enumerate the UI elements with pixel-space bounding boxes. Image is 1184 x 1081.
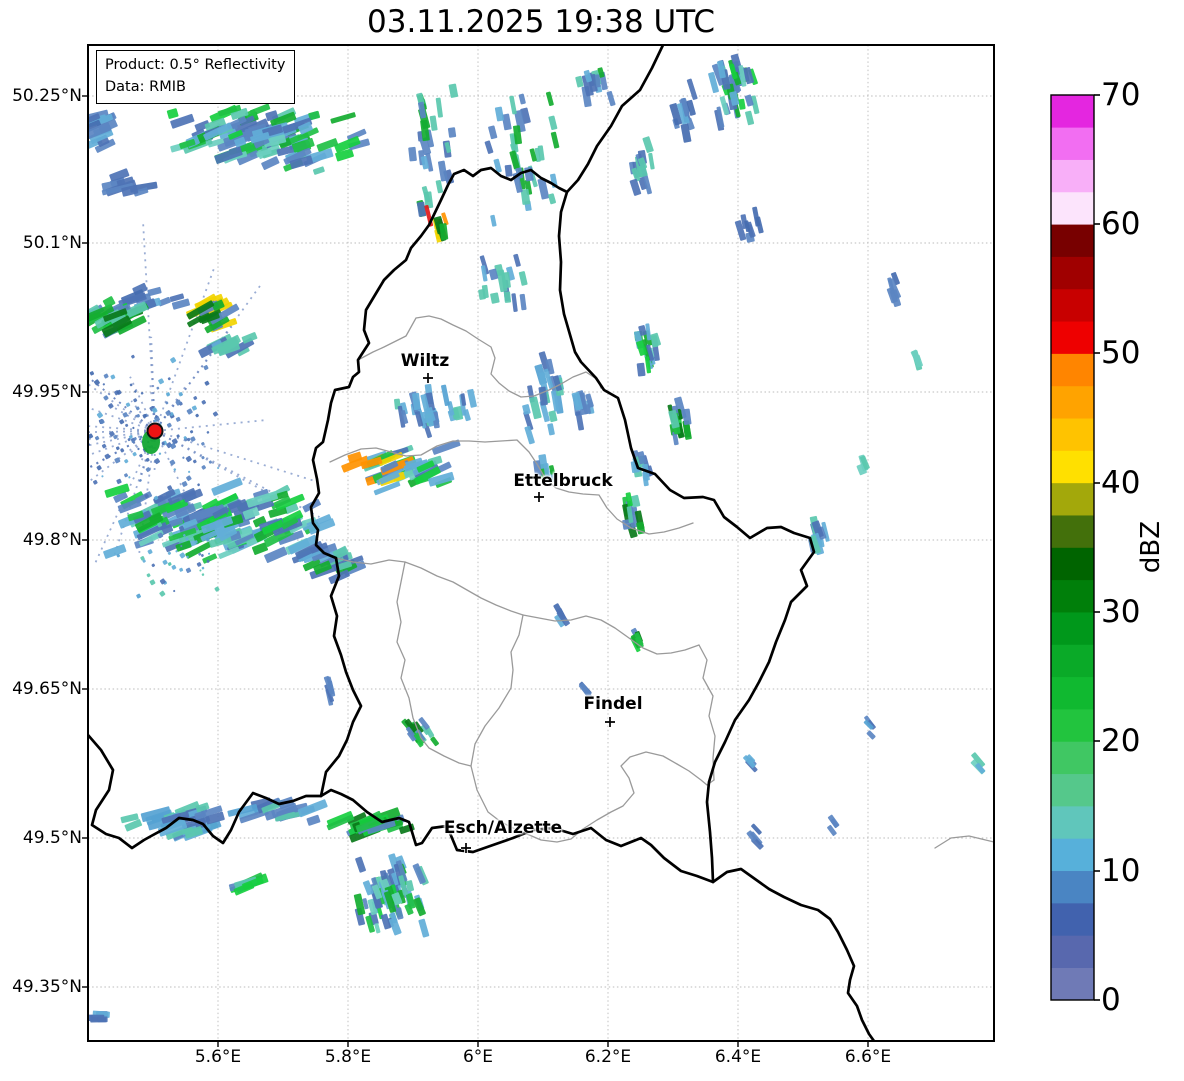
y-tick-label: 49.5°N	[22, 828, 82, 848]
radar-echo-cells	[88, 53, 986, 1023]
x-tick-label: 6.4°E	[714, 1047, 762, 1067]
y-tick-label: 50.1°N	[22, 233, 82, 253]
colorbar-tick-label: 50	[1101, 335, 1141, 371]
y-tick-label: 49.35°N	[12, 977, 82, 997]
product-info-box: Product: 0.5° Reflectivity Data: RMIB	[96, 50, 296, 104]
y-tick-label: 50.25°N	[12, 86, 82, 106]
city-label: Esch/Alzette	[443, 818, 563, 838]
colorbar-tick-label: 60	[1101, 206, 1141, 242]
radar-map-app: 03.11.2025 19:38 UTC Product: 0.5° Refle…	[0, 0, 1184, 1081]
y-tick-label: 49.95°N	[12, 382, 82, 402]
lat-lon-gridlines	[82, 45, 994, 1047]
x-tick-label: 5.6°E	[194, 1047, 242, 1067]
x-tick-label: 6.2°E	[584, 1047, 632, 1067]
colorbar-tick-label: 0	[1101, 982, 1121, 1018]
colorbar-tick-label: 30	[1101, 594, 1141, 630]
y-tick-label: 49.8°N	[22, 530, 82, 550]
colorbar-unit-label: dBZ	[1136, 520, 1166, 574]
colorbar-tick-label: 70	[1101, 77, 1141, 113]
data-source-line: Data: RMIB	[105, 79, 186, 96]
city-label: Findel	[583, 694, 643, 714]
product-line: Product: 0.5° Reflectivity	[105, 57, 286, 73]
colorbar-tick-label: 20	[1101, 723, 1141, 759]
y-tick-label: 49.65°N	[12, 679, 82, 699]
colorbar-tick-label: 10	[1101, 853, 1141, 889]
colorbar-tick-label: 40	[1101, 465, 1141, 501]
x-tick-label: 5.8°E	[324, 1047, 372, 1067]
city-label: Wiltz	[400, 351, 450, 371]
radar-map-canvas	[82, 44, 1100, 1047]
colorbar	[1050, 94, 1100, 1001]
x-tick-label: 6.6°E	[844, 1047, 892, 1067]
city-label: Ettelbruck	[513, 471, 613, 491]
x-tick-label: 6°E	[462, 1047, 494, 1067]
